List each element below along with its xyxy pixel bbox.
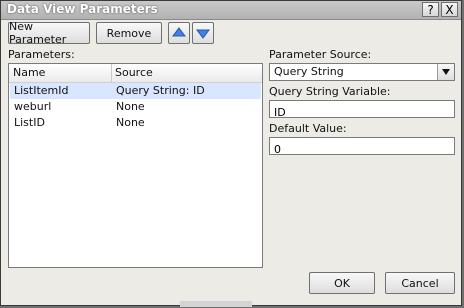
parameter-row[interactable]: ListID None xyxy=(10,115,261,131)
dropdown-button[interactable] xyxy=(437,64,454,80)
help-glyph: ? xyxy=(427,2,434,17)
up-arrow-icon xyxy=(172,27,186,37)
close-button[interactable]: X xyxy=(441,2,458,17)
ok-button[interactable]: OK xyxy=(309,272,375,294)
column-divider[interactable] xyxy=(111,64,112,82)
parameter-source: Query String: ID xyxy=(116,84,205,97)
default-value-label: Default Value: xyxy=(269,122,347,135)
parameters-list[interactable]: Name Source ListItemId Query String: ID … xyxy=(8,63,263,268)
remove-button-label: Remove xyxy=(106,26,152,40)
parameter-source: None xyxy=(116,116,145,129)
parameters-list-header: Name Source xyxy=(9,64,262,83)
default-value-input[interactable] xyxy=(270,141,462,158)
query-string-variable-input[interactable] xyxy=(270,104,462,121)
query-string-variable-label: Query String Variable: xyxy=(269,85,391,98)
cancel-button[interactable]: Cancel xyxy=(385,272,455,294)
down-arrow-icon xyxy=(196,29,210,39)
chevron-down-icon xyxy=(442,69,450,75)
help-button[interactable]: ? xyxy=(422,2,439,17)
parameter-source-label: Parameter Source: xyxy=(269,48,372,61)
new-parameter-button[interactable]: New Parameter xyxy=(8,20,90,46)
parameter-source: None xyxy=(116,100,145,113)
dialog-title: Data View Parameters xyxy=(7,2,158,16)
column-name: Name xyxy=(13,66,46,79)
title-bar: Data View Parameters ? X xyxy=(1,1,461,20)
cancel-button-label: Cancel xyxy=(401,276,439,290)
default-value-field[interactable] xyxy=(269,137,462,158)
query-string-variable-field[interactable] xyxy=(269,100,462,121)
parameter-name: ListItemId xyxy=(14,84,69,97)
close-glyph: X xyxy=(445,2,454,17)
parameter-row[interactable]: weburl None xyxy=(10,99,261,115)
ok-button-label: OK xyxy=(334,276,350,290)
remove-button[interactable]: Remove xyxy=(96,22,162,44)
parameter-name: ListID xyxy=(14,116,45,129)
data-view-parameters-dialog: Data View Parameters ? X New Parameter R… xyxy=(0,0,462,306)
parameters-label: Parameters: xyxy=(8,48,75,61)
parameter-source-select[interactable]: Query String xyxy=(269,63,455,81)
background-strip xyxy=(180,301,252,307)
move-down-button[interactable] xyxy=(192,22,214,44)
new-parameter-button-label: New Parameter xyxy=(9,20,67,46)
parameter-source-value: Query String xyxy=(274,65,344,78)
move-up-button[interactable] xyxy=(168,22,190,44)
parameter-name: weburl xyxy=(14,100,52,113)
parameter-row[interactable]: ListItemId Query String: ID xyxy=(10,83,261,99)
column-source: Source xyxy=(115,66,153,79)
